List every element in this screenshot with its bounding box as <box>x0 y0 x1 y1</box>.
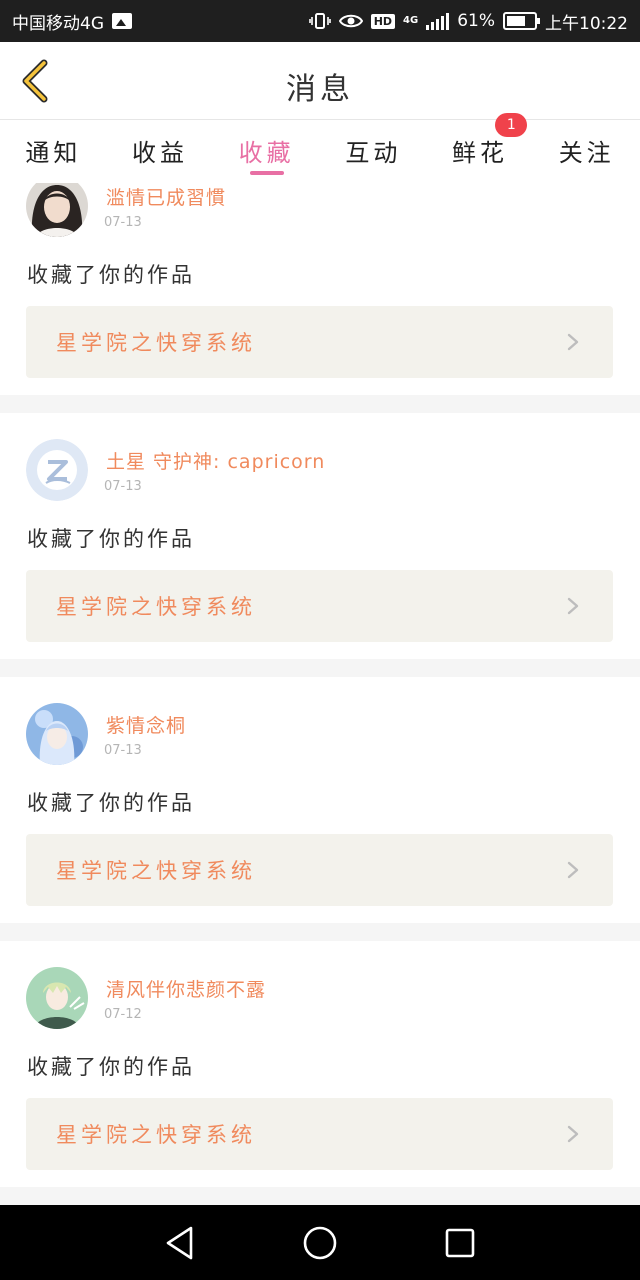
tab-notifications[interactable]: 通知 <box>0 121 107 183</box>
list-item: 紫情念桐 07-13 收藏了你的作品 星学院之快穿系统 <box>0 677 640 923</box>
unread-badge: 1 <box>495 113 528 137</box>
work-link[interactable]: 星学院之快穿系统 <box>26 306 613 378</box>
work-title: 星学院之快穿系统 <box>56 859 256 883</box>
clock: 上午10:22 <box>545 13 628 34</box>
username[interactable]: 滥情已成習慣 <box>106 183 226 210</box>
list-item: 滥情已成習慣 07-13 收藏了你的作品 星学院之快穿系统 <box>0 183 640 395</box>
tab-flowers[interactable]: 鲜花 1 <box>427 113 534 183</box>
default-z-avatar-icon <box>26 439 88 501</box>
chevron-right-icon <box>567 1125 579 1143</box>
back-triangle-icon[interactable] <box>163 1225 197 1261</box>
date-label: 07-13 <box>104 743 142 758</box>
page-title: 消息 <box>286 72 354 107</box>
tab-label: 收藏 <box>238 139 295 167</box>
date-label: 07-13 <box>104 479 142 494</box>
work-title: 星学院之快穿系统 <box>56 595 256 619</box>
tab-label: 关注 <box>558 139 615 167</box>
anime-character-avatar-icon <box>26 967 88 1029</box>
battery-icon <box>503 12 540 30</box>
tab-label: 鲜花 <box>452 139 509 167</box>
action-text: 收藏了你的作品 <box>27 263 195 287</box>
tab-following[interactable]: 关注 <box>533 121 640 183</box>
username[interactable]: 紫情念桐 <box>106 711 186 738</box>
user-photo-avatar-icon <box>26 183 88 237</box>
tab-label: 收益 <box>132 139 188 167</box>
top-nav-bar: 消息 <box>0 42 640 120</box>
work-title: 星学院之快穿系统 <box>56 331 256 355</box>
avatar[interactable] <box>26 439 88 501</box>
battery-percent: 61% <box>457 11 495 31</box>
hd-voice-icon: HD <box>370 13 396 29</box>
status-bar: 中国移动4G HD 4G 61% 上午10:22 <box>0 0 640 42</box>
tab-interactions[interactable]: 互动 <box>320 121 427 183</box>
image-notification-icon <box>112 13 132 29</box>
action-text: 收藏了你的作品 <box>27 527 195 551</box>
list-item: 土星 守护神: capricorn 07-13 收藏了你的作品 星学院之快穿系统 <box>0 413 640 659</box>
network-type-label: 4G <box>403 15 419 26</box>
work-link[interactable]: 星学院之快穿系统 <box>26 834 613 906</box>
username[interactable]: 清风伴你悲颜不露 <box>106 975 266 1002</box>
recents-square-icon[interactable] <box>443 1226 477 1260</box>
tab-earnings[interactable]: 收益 <box>107 121 214 183</box>
signal-icon <box>426 12 450 30</box>
vibrate-icon <box>308 13 331 29</box>
date-label: 07-13 <box>104 215 142 230</box>
action-text: 收藏了你的作品 <box>27 1055 195 1079</box>
system-nav-bar <box>0 1205 640 1280</box>
category-tabs: 通知 收益 收藏 互动 鲜花 1 关注 <box>0 113 640 183</box>
home-circle-icon[interactable] <box>302 1225 338 1261</box>
tab-label: 互动 <box>345 139 402 167</box>
avatar[interactable] <box>26 967 88 1029</box>
work-link[interactable]: 星学院之快穿系统 <box>26 1098 613 1170</box>
chevron-right-icon <box>567 597 579 615</box>
tab-label: 通知 <box>25 139 82 167</box>
anime-character-avatar-icon <box>26 703 88 765</box>
active-tab-indicator <box>249 171 284 175</box>
favorites-feed[interactable]: 滥情已成習慣 07-13 收藏了你的作品 星学院之快穿系统 土星 守护神: ca… <box>0 183 640 1205</box>
list-item: 清风伴你悲颜不露 07-12 收藏了你的作品 星学院之快穿系统 <box>0 941 640 1187</box>
eye-icon <box>338 14 363 28</box>
avatar[interactable] <box>26 703 88 765</box>
action-text: 收藏了你的作品 <box>27 791 195 815</box>
work-title: 星学院之快穿系统 <box>56 1123 256 1147</box>
username[interactable]: 土星 守护神: capricorn <box>106 447 325 474</box>
chevron-right-icon <box>567 333 579 351</box>
carrier-label: 中国移动4G <box>12 13 104 34</box>
avatar[interactable] <box>26 183 88 237</box>
date-label: 07-12 <box>104 1007 142 1022</box>
chevron-right-icon <box>567 861 579 879</box>
work-link[interactable]: 星学院之快穿系统 <box>26 570 613 642</box>
tab-favorites[interactable]: 收藏 <box>213 121 320 183</box>
